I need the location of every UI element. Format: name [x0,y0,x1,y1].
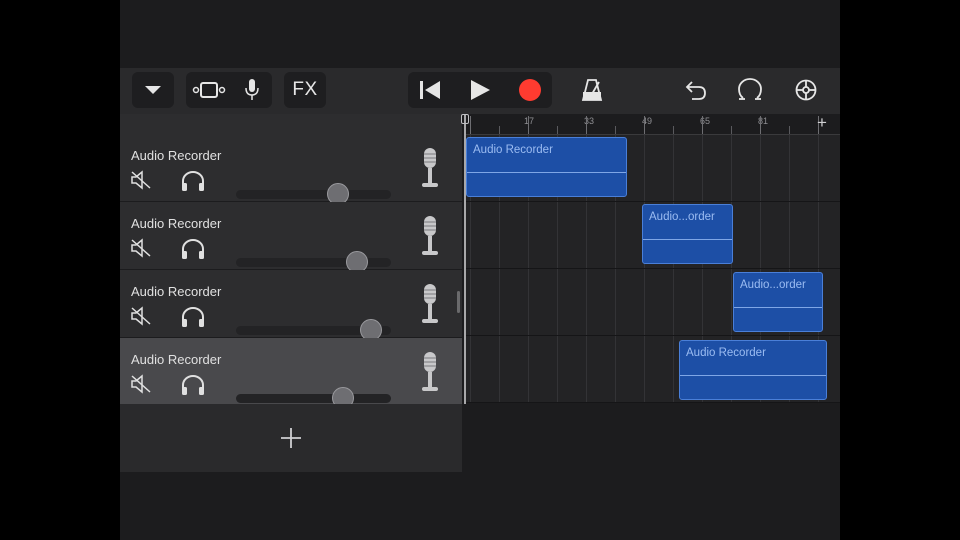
headphones-icon[interactable] [180,238,206,260]
lane-separator [464,201,840,202]
ruler-tick [731,126,732,134]
loop-browser-icon [738,78,762,100]
microphone-instrument-icon [422,148,438,187]
ruler-tick [673,126,674,134]
ruler-tick [499,126,500,134]
mute-speaker-icon[interactable] [130,170,152,190]
track-name: Audio Recorder [131,216,222,231]
track-view-button[interactable] [192,78,226,102]
ruler-tick [702,116,703,134]
audio-region[interactable]: Audio Recorder [679,340,827,400]
ruler-tick [470,116,471,134]
mute-speaker-icon[interactable] [130,306,152,326]
volume-slider[interactable] [236,319,391,341]
chevron-down-icon [145,86,161,94]
mute-speaker-icon[interactable] [130,238,152,258]
play-icon [471,80,490,100]
transport-controls [408,72,552,108]
ruler-tick [528,116,529,134]
lane-separator [464,402,840,403]
track-header[interactable]: Audio Recorder [120,202,462,273]
headphones-icon[interactable] [180,306,206,328]
lane-separator [464,268,840,269]
ruler-tick [586,116,587,134]
ruler-label: 17 [524,116,535,126]
undo-button[interactable] [678,72,714,108]
track-header[interactable]: Audio Recorder [120,134,462,205]
ruler-tick [789,126,790,134]
track-name: Audio Recorder [131,352,222,367]
mic-button[interactable] [238,78,266,102]
region-label: Audio Recorder [473,144,553,156]
track-view-icon [192,82,226,98]
microphone-instrument-icon [422,284,438,323]
microphone-icon [245,79,259,100]
browser-and-mic-group [186,72,272,108]
resize-grip[interactable] [457,291,460,313]
track-header-selected[interactable]: Audio Recorder [120,338,462,409]
add-track-plus-icon[interactable] [279,426,303,450]
track-name: Audio Recorder [131,284,222,299]
play-button[interactable] [466,76,494,104]
control-bar: FX [120,68,840,114]
region-label: Audio...order [740,279,806,291]
lane-separator [464,335,840,336]
volume-slider[interactable] [236,183,391,205]
go-to-beginning-icon [420,81,440,99]
ruler-tick [760,116,761,134]
region-waveform [734,307,822,308]
settings-button[interactable] [788,72,824,108]
headphones-icon[interactable] [180,170,206,192]
track-header[interactable]: Audio Recorder [120,270,462,341]
region-label: Audio Recorder [686,347,766,359]
region-label: Audio...order [649,211,715,223]
mute-speaker-icon[interactable] [130,374,152,394]
track-name: Audio Recorder [131,148,222,163]
ruler-tick [557,126,558,134]
ruler-tick [615,126,616,134]
volume-slider[interactable] [236,251,391,273]
metronome-icon [581,79,603,101]
record-icon [519,79,541,101]
grid-line [644,135,645,403]
add-section-plus-icon[interactable]: + [817,113,827,133]
metronome-button[interactable] [574,72,610,108]
headphones-icon[interactable] [180,374,206,396]
ruler-tick [644,116,645,134]
loop-browser-button[interactable] [732,72,768,108]
microphone-instrument-icon [422,216,438,255]
region-waveform [467,172,626,173]
garageband-app: FX Audio Recorder Audio Recorder Audio R… [120,0,840,540]
volume-slider[interactable] [236,387,391,409]
audio-region[interactable]: Audio Recorder [466,137,627,197]
go-to-beginning-button[interactable] [416,76,444,104]
audio-region[interactable]: Audio...order [733,272,823,332]
add-track-area [120,404,462,472]
playhead[interactable] [464,114,466,404]
settings-gear-icon [795,79,817,101]
playhead-handle[interactable] [461,114,469,124]
fx-button[interactable]: FX [284,72,326,108]
audio-region[interactable]: Audio...order [642,204,733,264]
record-button[interactable] [516,76,544,104]
fx-label: FX [292,79,318,100]
grid-line [673,135,674,403]
track-headers: Audio Recorder Audio Recorder Audio Reco… [120,114,462,472]
region-waveform [680,375,826,376]
track-lanes[interactable]: Audio Recorder Audio...order Audio...ord… [464,135,840,403]
view-menu-button[interactable] [132,72,174,108]
undo-icon [685,81,706,100]
microphone-instrument-icon [422,352,438,391]
bar-ruler[interactable]: 17 33 49 65 81 [464,114,840,135]
region-waveform [643,239,732,240]
